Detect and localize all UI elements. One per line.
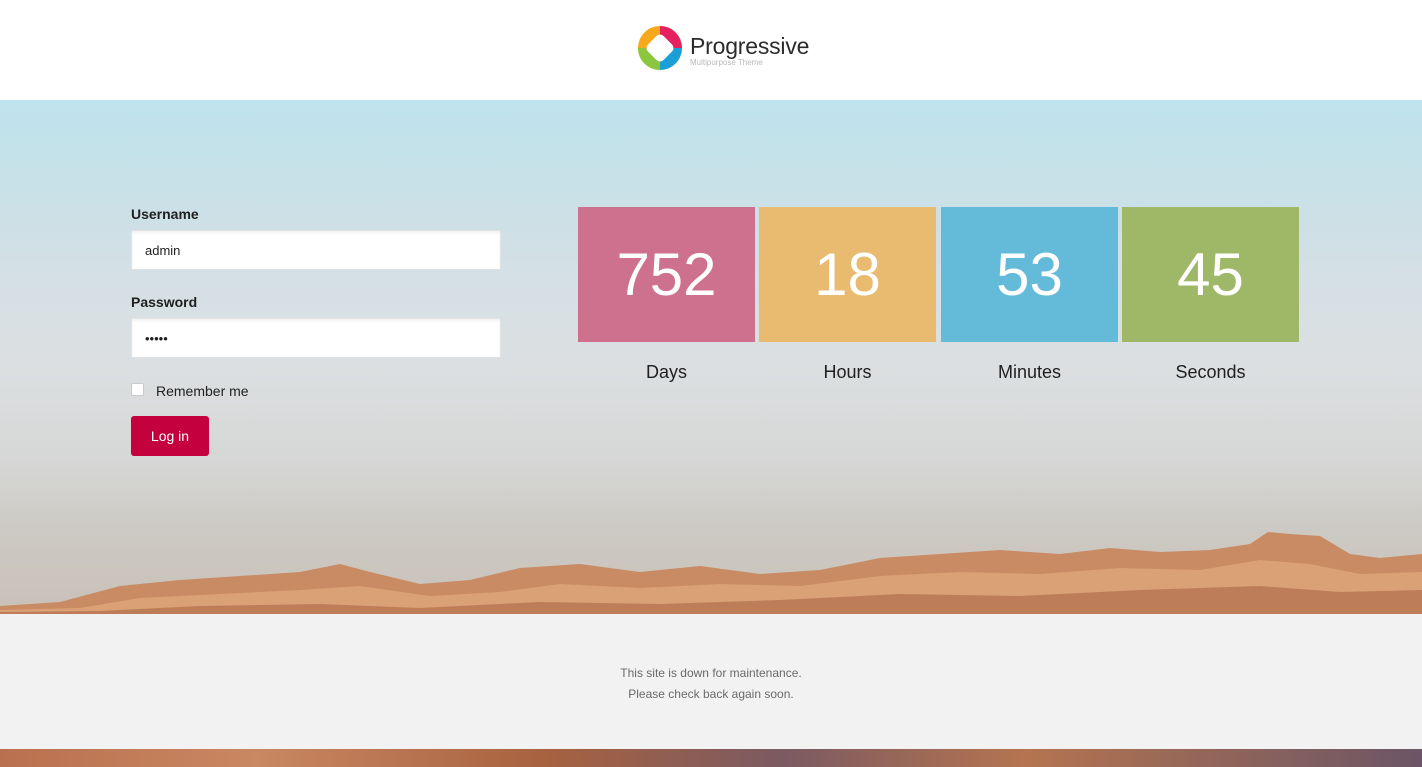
countdown-days-value: 752 <box>578 207 755 342</box>
footer-landscape-image <box>0 749 1422 767</box>
countdown-seconds: 45 Seconds <box>1122 207 1299 383</box>
maintenance-notice: This site is down for maintenance. Pleas… <box>0 614 1422 749</box>
hero-section: Username Password Remember me Log in 752… <box>0 100 1422 614</box>
countdown-seconds-value: 45 <box>1122 207 1299 342</box>
login-button[interactable]: Log in <box>131 416 209 456</box>
countdown-minutes: 53 Minutes <box>941 207 1118 383</box>
countdown-days: 752 Days <box>578 207 755 383</box>
password-label: Password <box>131 294 198 310</box>
countdown-timer: 752 Days 18 Hours 53 Minutes 45 Seconds <box>578 207 1299 387</box>
remember-me-label[interactable]: Remember me <box>156 383 249 399</box>
login-form: Username Password Remember me Log in <box>131 206 501 456</box>
username-input[interactable] <box>131 230 501 270</box>
remember-me-row: Remember me <box>131 382 501 402</box>
canyon-landscape-image <box>0 532 1422 614</box>
countdown-hours-label: Hours <box>823 362 872 382</box>
username-label: Username <box>131 206 199 222</box>
countdown-minutes-value: 53 <box>941 207 1118 342</box>
countdown-minutes-label: Minutes <box>997 362 1062 382</box>
password-input[interactable] <box>131 318 501 358</box>
brand-name: Progressive <box>690 33 810 59</box>
countdown-days-label: Days <box>645 362 687 382</box>
countdown-hours: 18 Hours <box>759 207 936 383</box>
countdown-hours-value: 18 <box>759 207 936 342</box>
maintenance-line-2: Please check back again soon. <box>628 687 794 701</box>
brand-tagline: Multipurpose Theme <box>690 58 763 67</box>
remember-me-checkbox[interactable] <box>131 383 144 396</box>
brand-logo[interactable]: Progressive Multipurpose Theme <box>636 24 810 72</box>
site-header: Progressive Multipurpose Theme <box>0 0 1422 100</box>
logo-mark-icon <box>638 26 682 70</box>
countdown-seconds-label: Seconds <box>1175 362 1246 382</box>
maintenance-line-1: This site is down for maintenance. <box>620 666 802 680</box>
maintenance-text: This site is down for maintenance. Pleas… <box>0 663 1422 705</box>
